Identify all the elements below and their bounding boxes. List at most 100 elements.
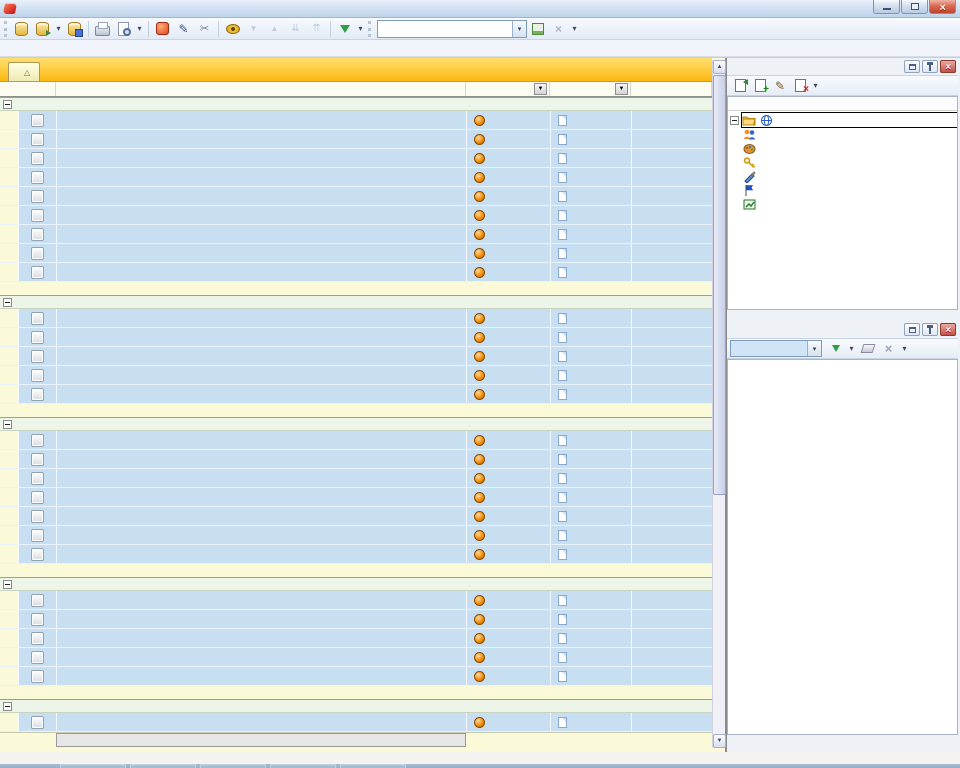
task-row[interactable] — [0, 450, 712, 469]
done-checkbox[interactable] — [31, 434, 44, 447]
tree-item[interactable] — [728, 141, 957, 155]
status-cell[interactable] — [550, 648, 631, 666]
priority-cell[interactable] — [466, 206, 550, 224]
add-subcategory-icon[interactable] — [751, 77, 769, 94]
task-row[interactable] — [0, 130, 712, 149]
complete-cell[interactable] — [631, 431, 712, 449]
priority-cell[interactable] — [466, 130, 550, 148]
priority-cell[interactable] — [466, 526, 550, 544]
done-checkbox[interactable] — [31, 312, 44, 325]
collapse-icon[interactable] — [3, 298, 12, 307]
task-name-cell[interactable] — [56, 347, 466, 365]
horizontal-splitter[interactable] — [727, 309, 958, 321]
tree-item-body[interactable] — [742, 141, 957, 155]
status-cell[interactable] — [550, 667, 631, 685]
priority-cell[interactable] — [466, 187, 550, 205]
tree-item[interactable] — [728, 169, 957, 183]
complete-cell[interactable] — [631, 168, 712, 186]
status-cell[interactable] — [550, 385, 631, 403]
task-name-cell[interactable] — [56, 488, 466, 506]
done-checkbox[interactable] — [31, 228, 44, 241]
column-header-complete[interactable] — [631, 82, 712, 96]
delete-layout-icon[interactable] — [549, 20, 568, 38]
task-name-cell[interactable] — [56, 545, 466, 563]
new-category-icon[interactable] — [731, 77, 749, 94]
task-name-cell[interactable] — [56, 526, 466, 544]
move-up-icon[interactable] — [265, 20, 284, 38]
task-name-cell[interactable] — [56, 591, 466, 609]
done-checkbox[interactable] — [31, 529, 44, 542]
priority-cell[interactable] — [466, 450, 550, 468]
status-cell[interactable] — [550, 111, 631, 129]
status-cell[interactable] — [550, 366, 631, 384]
priority-cell[interactable] — [466, 507, 550, 525]
tree-item[interactable] — [728, 183, 957, 197]
task-name-cell[interactable] — [56, 648, 466, 666]
done-checkbox[interactable] — [31, 594, 44, 607]
menu-item-tools[interactable] — [72, 47, 88, 49]
tree-item-body[interactable] — [742, 183, 957, 197]
task-row[interactable] — [0, 309, 712, 328]
complete-cell[interactable] — [631, 187, 712, 205]
task-row[interactable] — [0, 206, 712, 225]
status-cell[interactable] — [550, 187, 631, 205]
new-task-icon[interactable] — [153, 20, 172, 38]
group-header[interactable] — [0, 97, 712, 111]
tree-item-body[interactable] — [742, 169, 957, 183]
menu-item-tasks[interactable] — [40, 47, 56, 49]
done-checkbox[interactable] — [31, 133, 44, 146]
done-checkbox[interactable] — [31, 369, 44, 382]
scroll-up-icon[interactable]: ▲ — [713, 60, 726, 74]
complete-cell[interactable] — [631, 385, 712, 403]
status-cell[interactable] — [550, 130, 631, 148]
tree-item-selected[interactable] — [742, 113, 957, 127]
panel-close-button[interactable] — [940, 323, 956, 336]
group-header[interactable] — [0, 417, 712, 431]
print-icon[interactable] — [93, 20, 112, 38]
status-cell[interactable] — [550, 206, 631, 224]
done-checkbox[interactable] — [31, 491, 44, 504]
minimize-button[interactable] — [873, 0, 900, 14]
task-name-cell[interactable] — [56, 187, 466, 205]
complete-cell[interactable] — [631, 347, 712, 365]
collapse-icon[interactable] — [3, 702, 12, 711]
done-checkbox[interactable] — [31, 350, 44, 363]
status-cell[interactable] — [550, 168, 631, 186]
priority-cell[interactable] — [466, 111, 550, 129]
status-cell[interactable] — [550, 263, 631, 281]
task-row[interactable] — [0, 713, 712, 732]
panel-restore-button[interactable] — [904, 323, 920, 336]
tree-item[interactable] — [728, 197, 957, 211]
priority-cell[interactable] — [466, 488, 550, 506]
tree-item-body[interactable] — [742, 127, 957, 141]
tree-item[interactable] — [728, 155, 957, 169]
task-row[interactable] — [0, 545, 712, 564]
done-checkbox[interactable] — [31, 472, 44, 485]
priority-cell[interactable] — [466, 713, 550, 731]
panel-restore-button[interactable] — [904, 60, 920, 73]
new-database-icon[interactable] — [12, 20, 31, 38]
task-name-cell[interactable] — [56, 629, 466, 647]
toolbar-grip[interactable] — [368, 21, 371, 37]
complete-cell[interactable] — [631, 206, 712, 224]
task-row[interactable] — [0, 648, 712, 667]
scroll-down-icon[interactable]: ▼ — [713, 734, 726, 748]
task-name-cell[interactable] — [56, 130, 466, 148]
column-header-priority[interactable]: ▼ — [466, 82, 550, 96]
complete-cell[interactable] — [631, 591, 712, 609]
clear-filter-icon[interactable] — [858, 340, 877, 358]
priority-cell[interactable] — [466, 629, 550, 647]
delete-category-icon[interactable] — [791, 77, 809, 94]
done-checkbox[interactable] — [31, 266, 44, 279]
done-checkbox[interactable] — [31, 209, 44, 222]
status-cell[interactable] — [550, 629, 631, 647]
delete-task-icon[interactable] — [195, 20, 214, 38]
complete-cell[interactable] — [631, 610, 712, 628]
combo-dropdown-icon[interactable]: ▾ — [512, 21, 526, 37]
complete-cell[interactable] — [631, 225, 712, 243]
status-cell[interactable] — [550, 225, 631, 243]
priority-cell[interactable] — [466, 366, 550, 384]
task-row[interactable] — [0, 507, 712, 526]
complete-cell[interactable] — [631, 450, 712, 468]
priority-cell[interactable] — [466, 648, 550, 666]
